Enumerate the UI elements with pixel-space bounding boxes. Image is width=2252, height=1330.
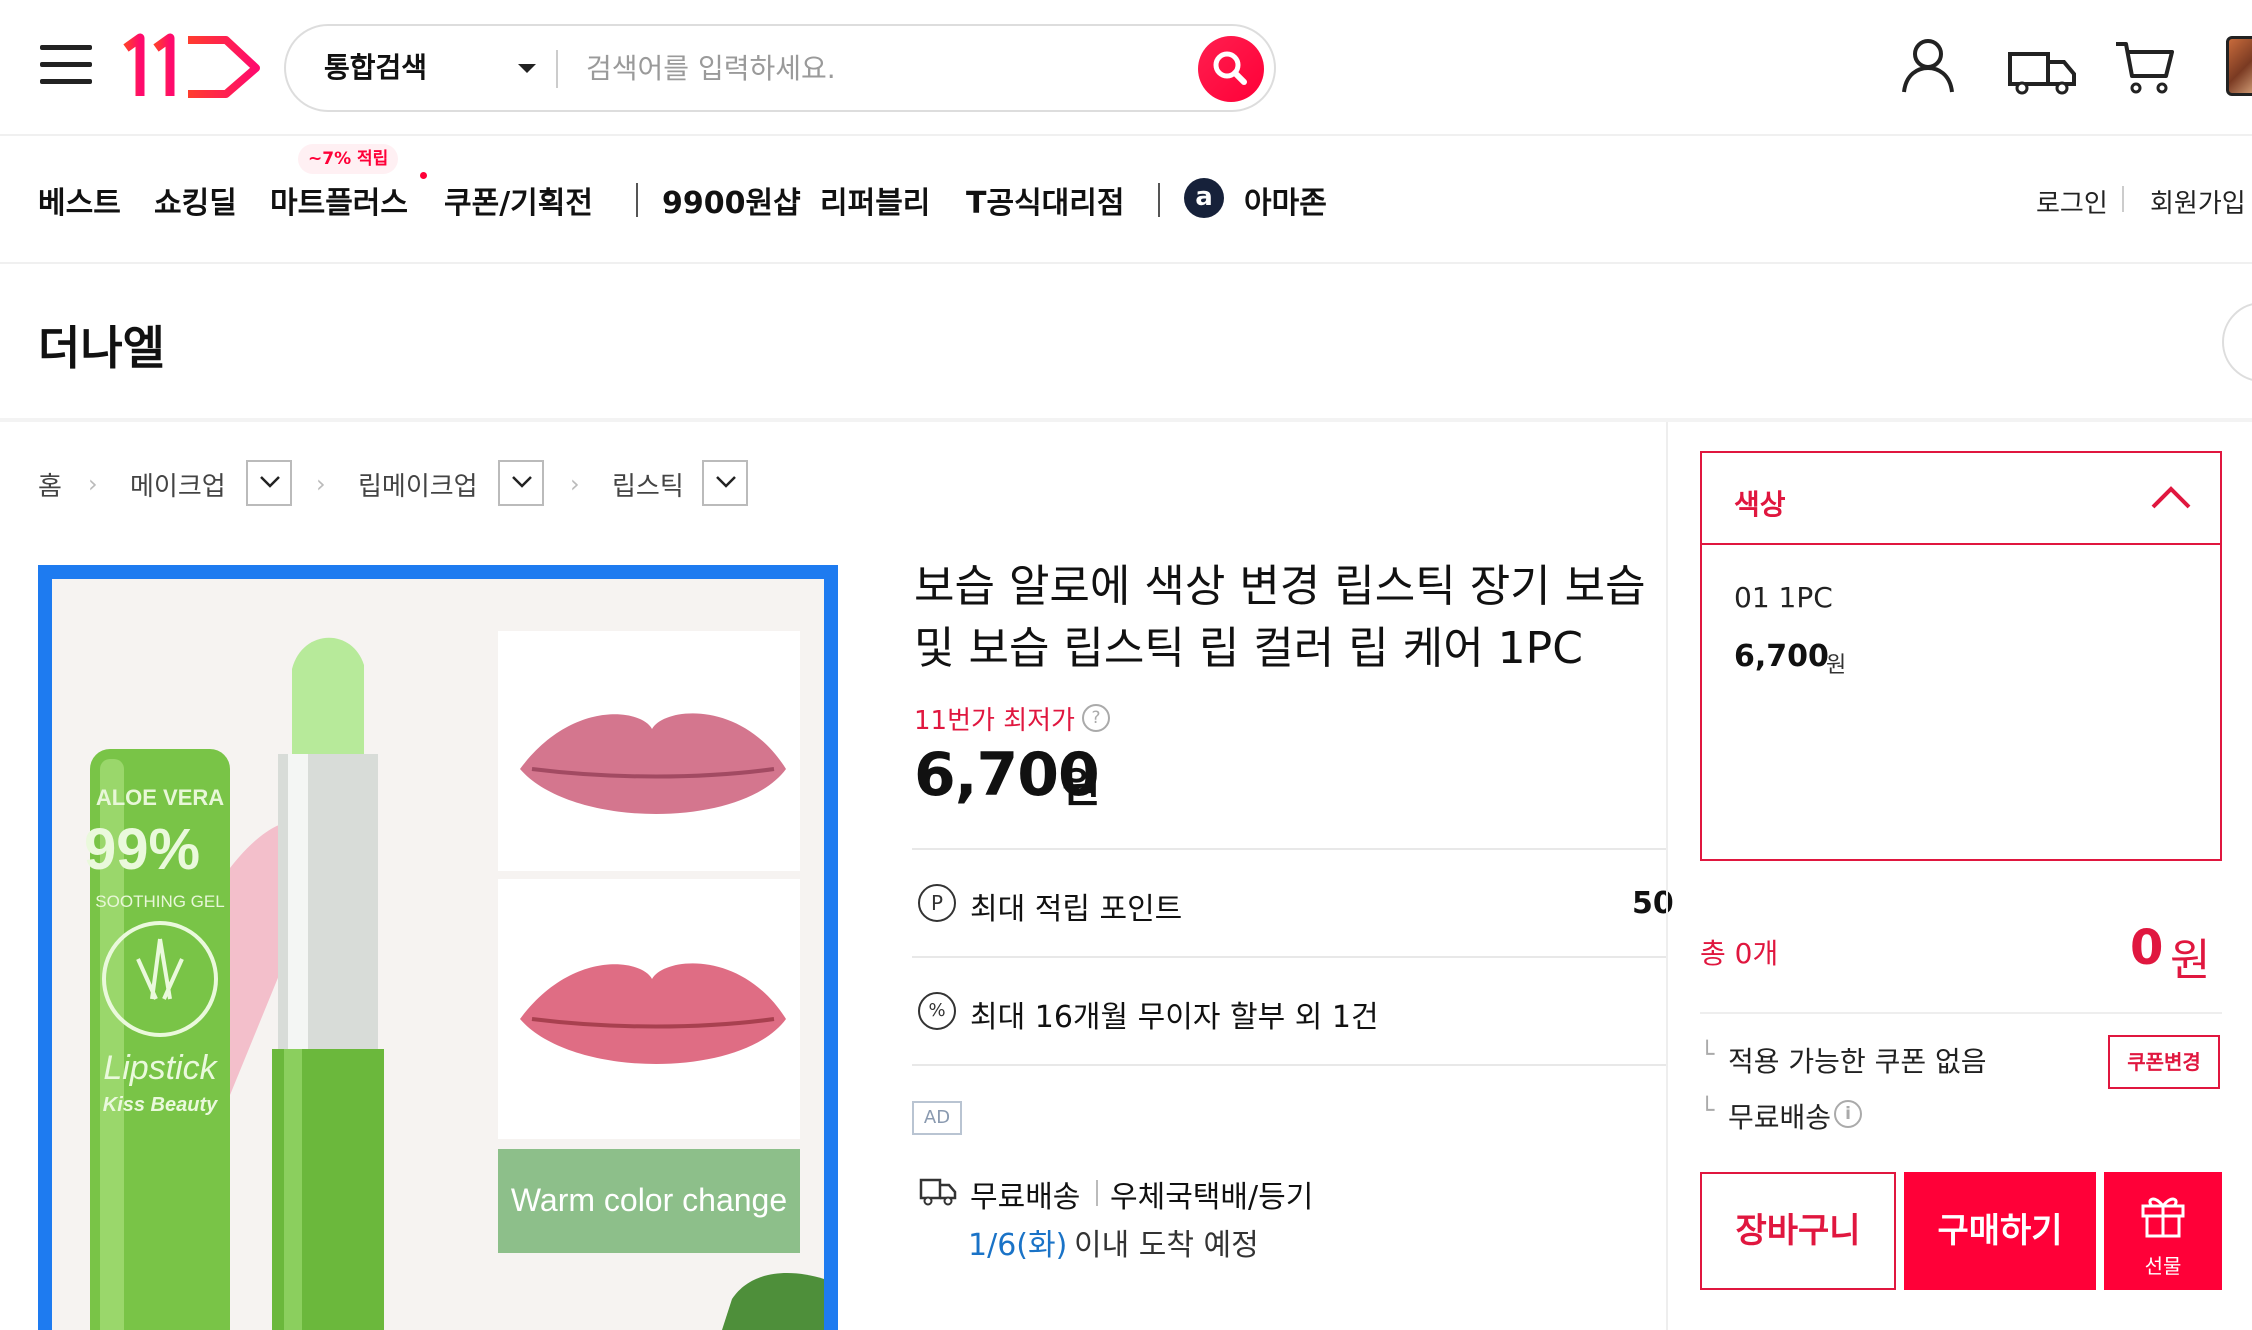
total-price: 0 (2130, 920, 2164, 976)
svg-text:Kiss Beauty: Kiss Beauty (103, 1094, 218, 1116)
info-icon[interactable]: i (1834, 1100, 1862, 1128)
chevron-up-icon[interactable] (2150, 483, 2192, 511)
panel-shipping: 무료배송 (1728, 1101, 1832, 1134)
svg-text:99%: 99% (84, 817, 200, 882)
util-divider (2122, 186, 2124, 212)
sub-item-mark: └ (1700, 1040, 1715, 1068)
new-dot (420, 172, 427, 179)
option-selector: 색상 01 1PC 6,700 원 (1700, 451, 2222, 861)
buy-now-button[interactable]: 구매하기 (1904, 1172, 2096, 1290)
recent-product-thumbnail[interactable] (2226, 36, 2252, 96)
nav-divider-line (0, 262, 2252, 264)
panel-divider (1666, 422, 1668, 1330)
search-input[interactable] (586, 42, 1166, 94)
installment-icon: % (918, 992, 956, 1030)
point-icon: P (918, 884, 956, 922)
breadcrumb-dropdown[interactable] (246, 460, 292, 506)
shipping-method: 우체국택배/등기 (1110, 1180, 1314, 1215)
shipping-fee: 무료배송 (970, 1180, 1081, 1215)
ad-badge: AD (912, 1101, 962, 1135)
mart-plus-badge: ~7% 적립 (298, 144, 399, 174)
caret-down-icon[interactable] (518, 64, 536, 73)
info-divider (912, 848, 1668, 850)
nav-t-store[interactable]: T공식대리점 (966, 178, 1124, 222)
option-item-name[interactable]: 01 1PC (1734, 581, 1833, 614)
change-coupon-button[interactable]: 쿠폰변경 (2108, 1035, 2220, 1089)
store-action-button[interactable] (2222, 302, 2252, 382)
shipping-divider (1096, 1180, 1098, 1206)
nav-divider (1158, 183, 1160, 217)
svg-text:Lipstick: Lipstick (103, 1049, 218, 1087)
total-price-unit: 원 (2170, 935, 2211, 986)
nav-best[interactable]: 베스트 (38, 178, 121, 222)
coupon-status: 적용 가능한 쿠폰 없음 (1728, 1045, 1987, 1078)
nav-refurbly[interactable]: 리퍼블리 (820, 178, 930, 222)
nav-shocking-deal[interactable]: 쇼킹딜 (154, 178, 237, 222)
add-to-cart-button[interactable]: 장바구니 (1700, 1172, 1896, 1290)
svg-text:Warm color change: Warm color change (511, 1182, 787, 1218)
nav-divider (636, 183, 638, 217)
info-divider (912, 1064, 1668, 1066)
menu-icon[interactable] (40, 45, 92, 85)
breadcrumb-dropdown[interactable] (498, 460, 544, 506)
amazon-icon[interactable]: a (1184, 178, 1224, 218)
chevron-right-icon: › (88, 470, 98, 498)
sub-item-mark: └ (1700, 1096, 1715, 1124)
svg-text:ALOE VERA: ALOE VERA (96, 785, 224, 810)
gift-icon (2141, 1197, 2185, 1238)
price-unit: 원 (1062, 763, 1101, 812)
info-divider (912, 956, 1668, 958)
total-count: 총 0개 (1700, 937, 1779, 970)
cart-icon[interactable] (2112, 34, 2176, 98)
arrival-text: 이내 도착 예정 (1074, 1228, 1259, 1263)
product-title: 보습 알로에 색상 변경 립스틱 장기 보습 및 보습 립스틱 립 컬러 립 케… (914, 561, 1646, 674)
user-icon[interactable] (1896, 34, 1960, 98)
option-item-unit: 원 (1826, 653, 1847, 678)
search-category-select[interactable]: 통합검색 (324, 46, 427, 86)
option-item-price: 6,700 (1734, 639, 1829, 674)
option-label: 색상 (1734, 488, 1786, 521)
gift-button[interactable]: 선물 (2104, 1172, 2222, 1290)
chevron-down-icon (512, 476, 532, 488)
nav-mart-plus[interactable]: 마트플러스 (270, 178, 408, 222)
panel-divider-line (1700, 1012, 2222, 1014)
nav-coupon[interactable]: 쿠폰/기획전 (444, 178, 593, 222)
nav-amazon[interactable]: 아마존 (1244, 178, 1327, 222)
shipping-truck-icon (918, 1172, 958, 1208)
option-header[interactable]: 색상 (1702, 453, 2220, 545)
svg-text:SOOTHING GEL: SOOTHING GEL (95, 892, 224, 911)
search-bar: 통합검색 (284, 24, 1276, 112)
breadcrumb-makeup[interactable]: 메이크업 (130, 466, 226, 503)
chevron-down-icon (716, 476, 736, 488)
search-button[interactable] (1198, 36, 1264, 102)
arrival-date: 1/6(화) (968, 1228, 1068, 1263)
store-name[interactable]: 더나엘 (38, 312, 165, 378)
lipstick-product-illustration: ALOE VERA 99% SOOTHING GEL Lipstick Kiss… (52, 579, 824, 1330)
max-point-label[interactable]: 최대 적립 포인트 (970, 884, 1182, 928)
delivery-truck-icon[interactable] (2002, 34, 2082, 98)
site-logo[interactable] (122, 30, 264, 102)
breadcrumb-dropdown[interactable] (702, 460, 748, 506)
header-divider (0, 134, 2252, 136)
search-icon (1213, 51, 1247, 85)
breadcrumb-lip-makeup[interactable]: 립메이크업 (358, 466, 478, 503)
product-image[interactable]: ALOE VERA 99% SOOTHING GEL Lipstick Kiss… (38, 565, 838, 1330)
breadcrumb-lipstick[interactable]: 립스틱 (612, 466, 684, 503)
lowest-price-label: 11번가 최저가 (914, 706, 1075, 736)
nav-9900-shop[interactable]: 9900원샵 (662, 178, 801, 222)
store-divider (0, 418, 2252, 422)
search-divider (556, 50, 558, 88)
chevron-right-icon: › (570, 470, 580, 498)
gift-label: 선물 (2144, 1254, 2182, 1278)
chevron-down-icon (260, 476, 280, 488)
login-link[interactable]: 로그인 (2036, 183, 2108, 220)
installment-info[interactable]: 최대 16개월 무이자 할부 외 1건 (970, 992, 1379, 1036)
chevron-right-icon: › (316, 470, 326, 498)
signup-link[interactable]: 회원가입 (2150, 183, 2246, 220)
help-icon[interactable]: ? (1082, 704, 1110, 732)
breadcrumb-home[interactable]: 홈 (38, 466, 62, 503)
